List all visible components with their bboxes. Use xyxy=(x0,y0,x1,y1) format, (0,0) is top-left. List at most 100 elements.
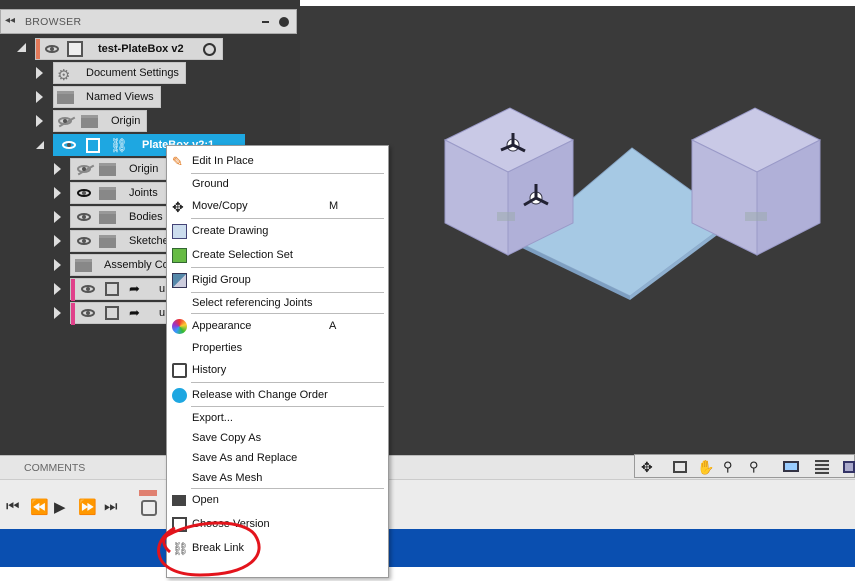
browser-header: ◂◂ BROWSER xyxy=(0,9,297,34)
activate-radio-icon[interactable] xyxy=(203,43,216,56)
viewports-icon[interactable] xyxy=(843,461,855,473)
timeline: ⏮ ⏪ ▶ ⏩ ⏭ xyxy=(0,479,855,529)
context-menu: ✎ Edit In Place Ground ✥ Move/Copy M Cre… xyxy=(166,145,389,578)
menu-item-properties[interactable]: Properties xyxy=(167,338,388,358)
pencil-icon: ✎ xyxy=(172,154,183,169)
menu-item-save-copy-as[interactable]: Save Copy As xyxy=(167,428,388,448)
menu-item-ground[interactable]: Ground xyxy=(167,174,388,194)
menu-item-break-link[interactable]: ⛓ Break Link xyxy=(167,538,388,558)
component-icon xyxy=(86,138,100,153)
play-icon[interactable]: ▶ xyxy=(54,498,66,516)
go-to-start-icon[interactable]: ⏮ xyxy=(6,498,20,515)
tree-item-link[interactable]: ➦ u xyxy=(70,278,170,301)
menu-item-create-selection-set[interactable]: Create Selection Set xyxy=(167,245,388,265)
minus-icon[interactable] xyxy=(262,21,269,23)
tree-item-sketches[interactable]: Sketche xyxy=(70,230,170,252)
menu-separator xyxy=(191,218,384,219)
visibility-eye-icon[interactable] xyxy=(45,45,59,53)
root-component[interactable]: test-PlateBox v2 xyxy=(35,38,223,60)
tree-item-sub-origin[interactable]: Origin xyxy=(70,158,170,180)
drawing-icon xyxy=(172,224,187,239)
expand-arrow-icon[interactable] xyxy=(54,259,61,271)
menu-separator xyxy=(191,488,384,489)
look-at-icon[interactable] xyxy=(673,461,687,473)
tree-item-named-views[interactable]: Named Views xyxy=(53,86,161,108)
menu-item-export[interactable]: Export... xyxy=(167,408,388,428)
expand-arrow-icon[interactable] xyxy=(54,307,61,319)
zoom-icon[interactable]: ⚲ xyxy=(723,459,739,475)
selection-set-icon xyxy=(172,248,187,263)
timeline-feature-icon[interactable] xyxy=(141,500,157,516)
expand-arrow-icon[interactable] xyxy=(36,67,43,79)
menu-item-release-with-change-order[interactable]: Release with Change Order xyxy=(167,385,388,405)
expand-arrow-icon[interactable] xyxy=(36,91,43,103)
menu-item-select-referencing-joints[interactable]: Select referencing Joints xyxy=(167,293,388,313)
tree-item-bodies[interactable]: Bodies xyxy=(70,206,170,228)
menu-item-history[interactable]: History xyxy=(167,360,388,380)
appearance-icon xyxy=(172,319,187,334)
step-back-icon[interactable]: ⏪ xyxy=(30,498,49,516)
move-arrows-icon: ✥ xyxy=(172,199,184,215)
navigation-toolbar: ✥ ✋ ⚲ ⚲ xyxy=(634,454,855,478)
orbit-icon[interactable]: ✥ xyxy=(641,459,657,475)
origin-glyph-icon xyxy=(745,212,767,221)
menu-item-open[interactable]: Open xyxy=(167,490,388,510)
display-settings-icon[interactable] xyxy=(783,461,799,472)
link-marker xyxy=(71,279,75,301)
component-icon xyxy=(105,282,119,296)
menu-item-rigid-group[interactable]: Rigid Group xyxy=(167,270,388,290)
menu-item-edit-in-place[interactable]: ✎ Edit In Place xyxy=(167,151,388,171)
gear-icon: ⚙ xyxy=(57,67,71,84)
tree-item-document-settings[interactable]: ⚙ Document Settings xyxy=(53,62,186,84)
expand-arrow-icon[interactable] xyxy=(54,235,61,247)
timeline-marker[interactable] xyxy=(139,490,157,496)
menu-item-save-as-and-replace[interactable]: Save As and Replace xyxy=(167,448,388,468)
link-icon: ⛓ xyxy=(110,137,128,153)
folder-icon xyxy=(99,235,116,248)
tree-item-origin[interactable]: Origin xyxy=(53,110,147,132)
expand-root-icon[interactable] xyxy=(17,43,26,52)
pan-hand-icon[interactable]: ✋ xyxy=(697,459,714,475)
status-bar xyxy=(0,529,855,567)
version-icon xyxy=(172,517,187,532)
visibility-eye-icon[interactable] xyxy=(77,237,91,245)
menu-item-create-drawing[interactable]: Create Drawing xyxy=(167,221,388,241)
visibility-eye-icon[interactable] xyxy=(81,285,95,293)
step-forward-icon[interactable]: ⏩ xyxy=(78,498,97,516)
break-link-icon: ⛓ xyxy=(172,541,189,556)
root-label: test-PlateBox v2 xyxy=(98,43,184,55)
visibility-eye-icon[interactable] xyxy=(77,189,91,197)
visibility-eye-icon[interactable] xyxy=(62,141,76,149)
component-icon xyxy=(67,41,83,57)
collapse-panel-icon[interactable]: ◂◂ xyxy=(5,15,15,26)
open-folder-icon xyxy=(172,495,186,506)
expand-arrow-icon[interactable] xyxy=(54,163,61,175)
visibility-eye-icon[interactable] xyxy=(81,309,95,317)
folder-icon xyxy=(99,187,116,200)
menu-item-choose-version[interactable]: Choose Version xyxy=(167,514,388,534)
expand-arrow-icon[interactable] xyxy=(54,283,61,295)
menu-item-appearance[interactable]: Appearance A xyxy=(167,316,388,336)
tree-item-assembly-context[interactable]: Assembly Co xyxy=(70,254,170,276)
tree-item-joints[interactable]: Joints xyxy=(70,182,170,204)
link-arrow-icon: ➦ xyxy=(129,281,140,296)
go-to-end-icon[interactable]: ⏭ xyxy=(104,498,118,515)
hidden-eye-icon[interactable] xyxy=(77,165,91,173)
menu-item-save-as-mesh[interactable]: Save As Mesh xyxy=(167,468,388,488)
tree-item-link[interactable]: ➦ u xyxy=(70,302,170,325)
expand-arrow-icon[interactable] xyxy=(54,211,61,223)
collapse-arrow-icon[interactable] xyxy=(36,141,44,149)
rigid-group-icon xyxy=(172,273,187,288)
expand-arrow-icon[interactable] xyxy=(36,115,43,127)
expand-arrow-icon[interactable] xyxy=(54,187,61,199)
viewport-top-strip xyxy=(300,0,855,6)
fit-icon[interactable]: ⚲ xyxy=(749,459,765,475)
component-icon xyxy=(105,306,119,320)
grid-icon[interactable] xyxy=(815,460,829,474)
folder-icon xyxy=(99,211,116,224)
panel-toggle-icon[interactable] xyxy=(279,17,289,27)
visibility-eye-icon[interactable] xyxy=(77,213,91,221)
menu-item-move-copy[interactable]: ✥ Move/Copy M xyxy=(167,196,388,216)
hidden-eye-icon[interactable] xyxy=(58,117,72,125)
comments-label: COMMENTS xyxy=(24,462,86,474)
